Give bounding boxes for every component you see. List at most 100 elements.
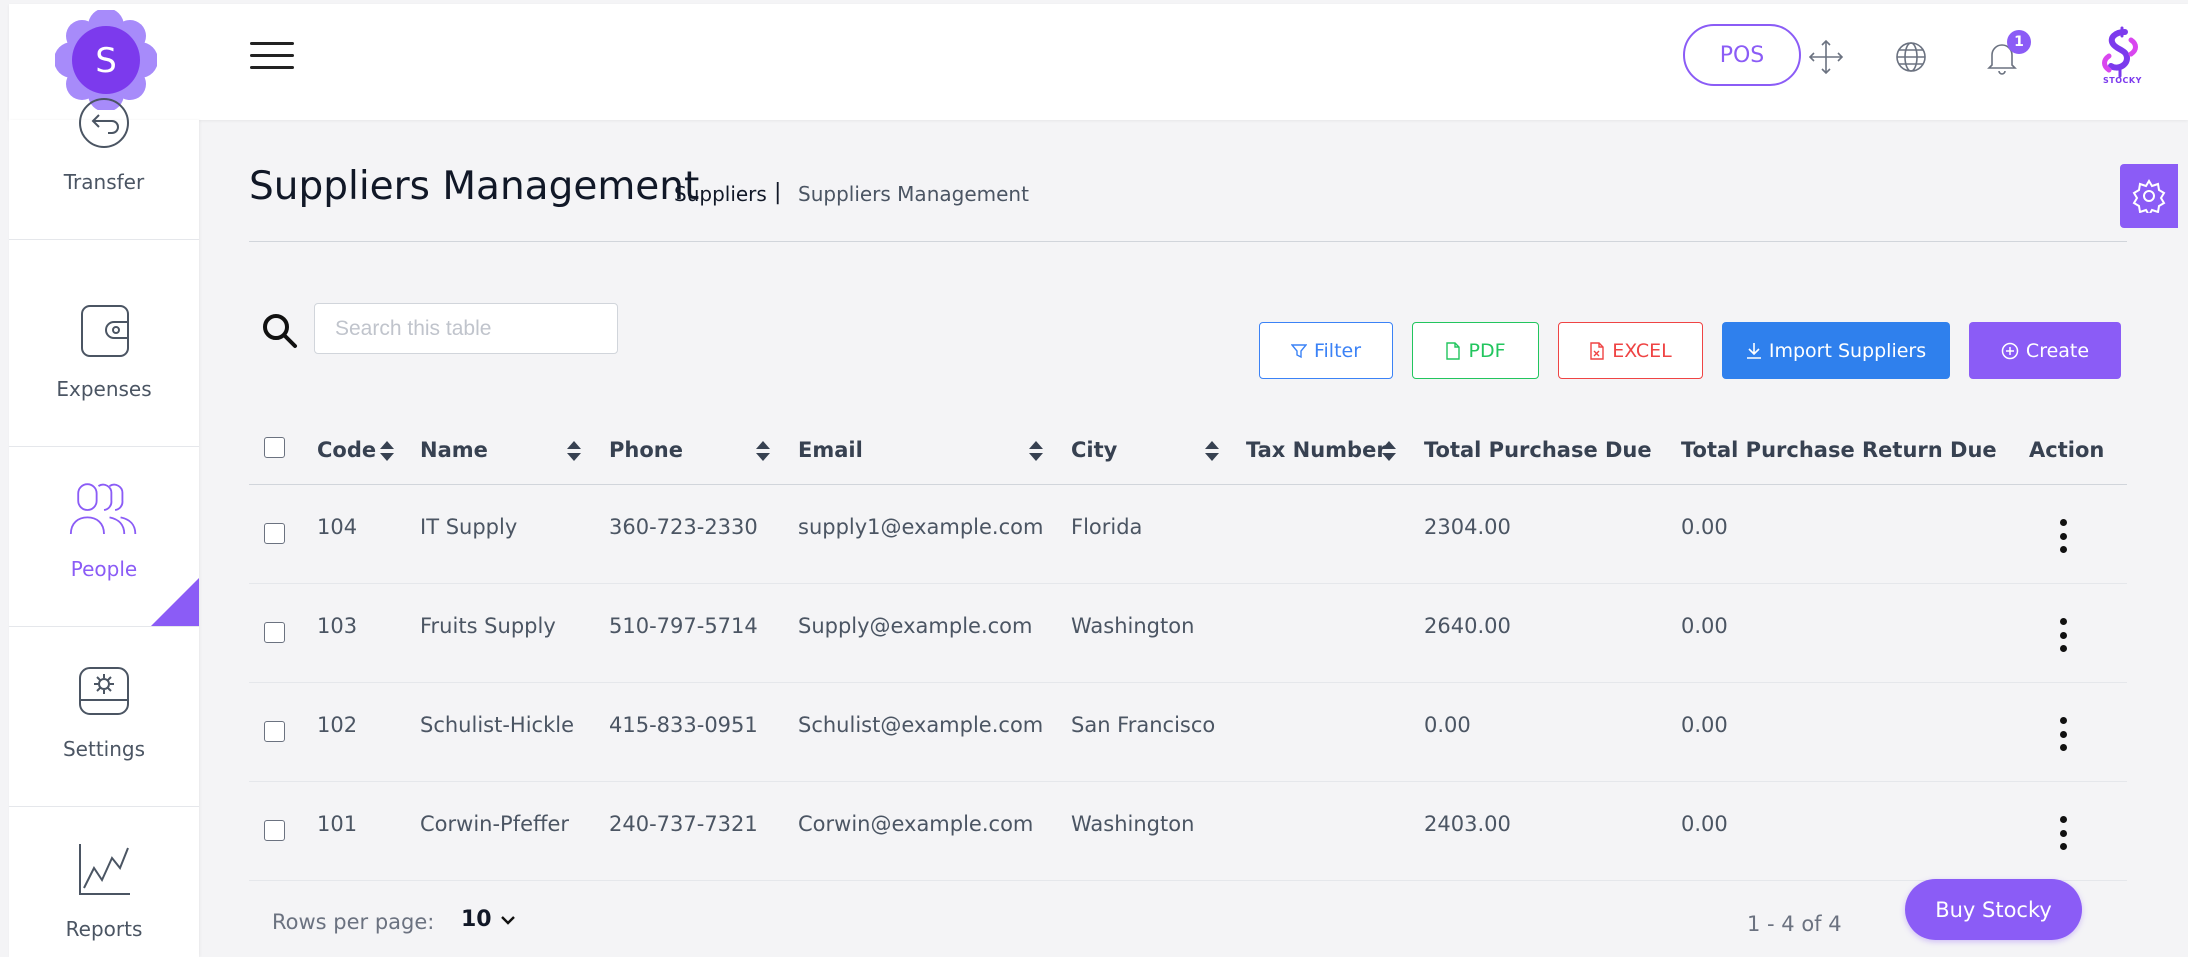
table-row: 102 Schulist-Hickle 415-833-0951 Schulis…: [249, 683, 2127, 782]
cell-city: Washington: [1071, 614, 1195, 638]
pagination-info: 1 - 4 of 4: [1747, 912, 1842, 936]
sort-icon[interactable]: [1381, 440, 1397, 462]
column-header-total-purchase-due: Total Purchase Due: [1424, 438, 1652, 462]
excel-button[interactable]: EXCEL: [1558, 322, 1703, 379]
cell-city: Florida: [1071, 515, 1143, 539]
sort-icon[interactable]: [566, 440, 582, 462]
create-button[interactable]: Create: [1969, 322, 2121, 379]
row-checkbox[interactable]: [264, 721, 285, 742]
cell-city: Washington: [1071, 812, 1195, 836]
cell-name: Fruits Supply: [420, 614, 556, 638]
table-row: 104 IT Supply 360-723-2330 supply1@examp…: [249, 485, 2127, 584]
cell-name: Schulist-Hickle: [420, 713, 575, 737]
pos-button[interactable]: POS: [1683, 24, 1801, 86]
column-header-code[interactable]: Code: [317, 438, 376, 462]
cell-total-purchase-due: 2640.00: [1424, 614, 1511, 638]
rows-per-page-select[interactable]: 10: [461, 907, 516, 932]
globe-icon[interactable]: [1891, 37, 1931, 77]
filter-label: Filter: [1313, 339, 1362, 362]
cell-code: 101: [317, 812, 358, 836]
sidebar-item-label: Transfer: [63, 170, 145, 194]
people-icon: [69, 475, 139, 545]
sort-icon[interactable]: [379, 440, 395, 462]
plus-circle-icon: [2001, 342, 2019, 359]
cell-phone: 510-797-5714: [609, 614, 758, 638]
column-header-action: Action: [2029, 438, 2105, 462]
chart-icon: [69, 835, 139, 905]
divider: [249, 241, 2127, 242]
sidebar-item-label: Expenses: [56, 377, 152, 401]
cell-total-purchase-due: 2403.00: [1424, 812, 1511, 836]
create-label: Create: [2025, 339, 2090, 362]
table-row: 103 Fruits Supply 510-797-5714 Supply@ex…: [249, 584, 2127, 683]
rows-per-page-label: Rows per page:: [272, 910, 435, 934]
cell-phone: 240-737-7321: [609, 812, 758, 836]
cell-code: 102: [317, 713, 358, 737]
filter-icon: [1290, 343, 1307, 358]
column-header-name[interactable]: Name: [420, 438, 488, 462]
download-icon: [1746, 342, 1761, 359]
cell-email: Supply@example.com: [798, 614, 1033, 638]
sidebar-item-people[interactable]: People: [9, 447, 199, 627]
fullscreen-icon[interactable]: [1806, 37, 1846, 77]
sort-icon[interactable]: [1028, 440, 1044, 462]
row-checkbox[interactable]: [264, 820, 285, 841]
breadcrumb-current: Suppliers Management: [798, 182, 1029, 206]
page-title: Suppliers Management: [249, 164, 700, 209]
sort-icon[interactable]: [1204, 440, 1220, 462]
suppliers-table: Code Name Phone Email City Tax Number To…: [249, 420, 2127, 881]
column-header-total-purchase-return-due: Total Purchase Return Due: [1681, 438, 1997, 462]
pdf-button[interactable]: PDF: [1412, 322, 1539, 379]
import-suppliers-button[interactable]: Import Suppliers: [1722, 322, 1950, 379]
buy-stocky-button[interactable]: Buy Stocky: [1905, 879, 2082, 940]
row-checkbox[interactable]: [264, 523, 285, 544]
table-header: Code Name Phone Email City Tax Number To…: [249, 420, 2127, 485]
filter-button[interactable]: Filter: [1259, 322, 1393, 379]
brand-text: STOCKY: [2103, 76, 2142, 85]
sidebar-item-transfer[interactable]: Transfer: [9, 60, 199, 240]
excel-label: EXCEL: [1612, 339, 1672, 362]
sidebar-item-reports[interactable]: Reports: [9, 807, 199, 957]
column-header-city[interactable]: City: [1071, 438, 1117, 462]
cell-code: 103: [317, 614, 358, 638]
cell-name: Corwin-Pfeffer: [420, 812, 570, 836]
cell-total-purchase-due: 2304.00: [1424, 515, 1511, 539]
customizer-button[interactable]: [2120, 164, 2178, 228]
cell-email: Schulist@example.com: [798, 713, 1044, 737]
breadcrumb-separator: |: [774, 180, 782, 205]
cell-email: Corwin@example.com: [798, 812, 1034, 836]
settings-icon: [69, 655, 139, 725]
gear-icon: [2132, 179, 2166, 213]
cell-total-purchase-due: 0.00: [1424, 713, 1471, 737]
table-row: 101 Corwin-Pfeffer 240-737-7321 Corwin@e…: [249, 782, 2127, 881]
import-label: Import Suppliers: [1768, 339, 1927, 362]
row-actions-icon[interactable]: [2057, 717, 2069, 751]
cell-code: 104: [317, 515, 358, 539]
rows-per-page-value: 10: [461, 907, 492, 932]
cell-total-purchase-return-due: 0.00: [1681, 713, 1728, 737]
file-excel-icon: [1590, 341, 1604, 360]
sidebar-item-label: Settings: [62, 737, 146, 761]
sidebar-item-expenses[interactable]: Expenses: [9, 267, 199, 447]
active-indicator: [151, 578, 199, 626]
sidebar-item-settings[interactable]: Settings: [9, 627, 199, 807]
cell-phone: 360-723-2330: [609, 515, 758, 539]
row-actions-icon[interactable]: [2057, 519, 2069, 553]
row-actions-icon[interactable]: [2057, 618, 2069, 652]
menu-toggle-icon[interactable]: [250, 42, 294, 74]
search-input[interactable]: [314, 303, 618, 354]
column-header-tax-number[interactable]: Tax Number: [1246, 438, 1387, 462]
wallet-icon: [69, 295, 139, 365]
search-icon: [263, 314, 297, 348]
notification-badge: 1: [2007, 30, 2031, 54]
pdf-label: PDF: [1468, 339, 1506, 362]
cell-name: IT Supply: [420, 515, 518, 539]
breadcrumb-parent[interactable]: Suppliers: [674, 182, 767, 206]
column-header-phone[interactable]: Phone: [609, 438, 683, 462]
column-header-email[interactable]: Email: [798, 438, 863, 462]
sort-icon[interactable]: [755, 440, 771, 462]
row-actions-icon[interactable]: [2057, 816, 2069, 850]
select-all-checkbox[interactable]: [264, 437, 285, 458]
cell-total-purchase-return-due: 0.00: [1681, 515, 1728, 539]
row-checkbox[interactable]: [264, 622, 285, 643]
